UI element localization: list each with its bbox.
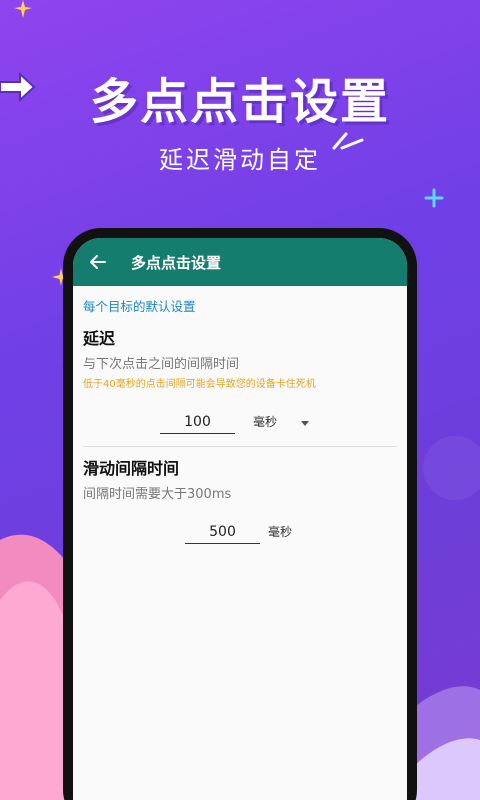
swipe-input-row: 毫秒 bbox=[83, 518, 397, 544]
divider bbox=[83, 446, 397, 447]
app-bar: 多点点击设置 bbox=[73, 238, 407, 286]
banner-title: 多点点击设置 bbox=[89, 74, 390, 130]
swipe-interval-input[interactable] bbox=[185, 524, 260, 544]
swipe-unit: 毫秒 bbox=[268, 525, 293, 539]
delay-title: 延迟 bbox=[83, 329, 116, 348]
dropdown-arrow-icon[interactable] bbox=[301, 421, 310, 426]
plus-icon bbox=[424, 188, 444, 208]
arrow-left-icon[interactable] bbox=[89, 253, 107, 271]
app-bar-title: 多点点击设置 bbox=[131, 253, 222, 272]
delay-warning: 低于40毫秒的点击间隔可能会导致您的设备卡住死机 bbox=[83, 379, 316, 390]
app-screen: 多点点击设置 每个目标的默认设置 延迟 与下次点击之间的间隔时间 低于40毫秒的… bbox=[73, 238, 407, 800]
delay-input[interactable] bbox=[160, 414, 235, 434]
delay-unit: 毫秒 bbox=[253, 415, 278, 429]
settings-content: 每个目标的默认设置 延迟 与下次点击之间的间隔时间 低于40毫秒的点击间隔可能会… bbox=[73, 286, 407, 544]
delay-input-row: 毫秒 bbox=[83, 408, 397, 434]
section-header: 每个目标的默认设置 bbox=[83, 299, 196, 314]
star-icon bbox=[14, 0, 32, 18]
swipe-description: 间隔时间需要大于300ms bbox=[83, 487, 232, 502]
delay-description: 与下次点击之间的间隔时间 bbox=[83, 357, 240, 372]
banner-subtitle: 延迟滑动自定 bbox=[159, 146, 321, 174]
phone-frame: 多点点击设置 每个目标的默认设置 延迟 与下次点击之间的间隔时间 低于40毫秒的… bbox=[63, 228, 417, 800]
swipe-title: 滑动间隔时间 bbox=[83, 459, 180, 478]
